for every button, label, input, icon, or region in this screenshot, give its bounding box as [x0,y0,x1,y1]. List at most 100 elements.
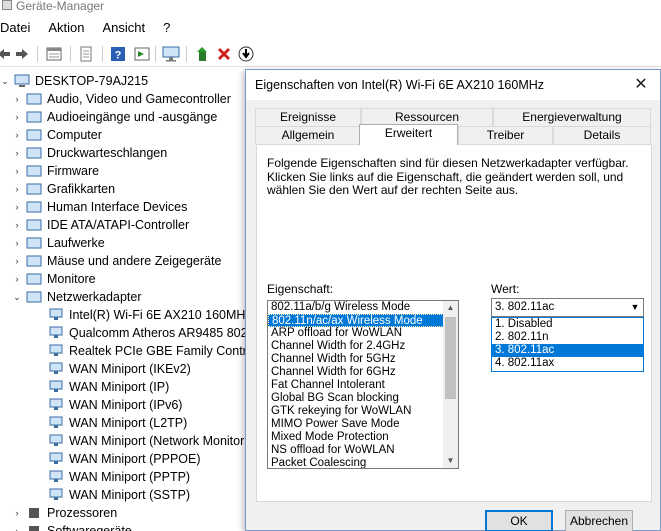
tab-erweitert[interactable]: Erweitert [359,124,458,145]
property-list-item[interactable]: Channel Width for 5GHz [268,353,458,366]
disable-icon[interactable] [236,44,256,64]
forward-arrow-icon[interactable] [12,44,32,64]
chevron-right-icon[interactable]: › [12,274,22,284]
tree-category[interactable]: › Human Interface Devices [12,198,188,216]
scrollbar-thumb[interactable] [445,317,456,399]
property-list-item[interactable]: Fat Channel Intolerant [268,379,458,392]
property-list-item[interactable]: Mixed Mode Protection [268,431,458,444]
chevron-right-icon[interactable]: › [12,526,22,531]
value-option[interactable]: 1. Disabled [492,318,643,331]
chevron-right-icon[interactable]: › [12,148,22,158]
dialog-title: Eigenschaften von Intel(R) Wi-Fi 6E AX21… [255,78,545,92]
tree-device-item[interactable]: WAN Miniport (SSTP) [48,486,190,504]
tree-device-item[interactable]: WAN Miniport (Network Monitor [48,432,244,450]
tree-category[interactable]: › Prozessoren [12,504,118,522]
close-icon[interactable]: ✕ [630,74,652,96]
chevron-down-icon[interactable]: ▼ [627,299,643,316]
tree-category[interactable]: › Audio, Video und Gamecontroller [12,90,231,108]
chevron-right-icon[interactable]: › [12,202,22,212]
property-label: Eigenschaft: [267,282,334,296]
cancel-button[interactable]: Abbrechen [565,510,633,531]
property-list-item[interactable]: 802.11n/ac/ax Wireless Mode [268,314,458,327]
menu-ansicht[interactable]: Ansicht [94,17,155,39]
menu-aktion[interactable]: Aktion [39,17,93,39]
property-list-item[interactable]: Packet Coalescing [268,457,458,468]
tree-category[interactable]: › Druckwarteschlangen [12,144,168,162]
property-list-item[interactable]: NS offload for WoWLAN [268,444,458,457]
tree-category[interactable]: ⌄ Netzwerkadapter [12,288,142,306]
tree-category[interactable]: › Firmware [12,162,100,180]
property-listbox[interactable]: 802.11a/b/g Wireless Mode 802.11n/ac/ax W… [267,300,459,469]
property-list-item[interactable]: Channel Width for 6GHz [268,366,458,379]
tree-category-label: Druckwarteschlangen [47,146,168,160]
scroll-up-icon[interactable]: ▲ [443,301,458,315]
property-list-item[interactable]: Global BG Scan blocking [268,392,458,405]
chevron-right-icon[interactable]: › [12,166,22,176]
property-list-item[interactable]: GTK rekeying for WoWLAN [268,405,458,418]
ide-controller-icon [26,218,42,232]
scan-hardware-icon[interactable] [161,44,181,64]
tab-treiber[interactable]: Treiber [458,126,553,144]
chevron-down-icon[interactable]: ⌄ [0,76,10,87]
menu-help[interactable]: ? [154,17,179,39]
tree-category[interactable]: › Audioeingänge und -ausgänge [12,108,218,126]
properties-icon[interactable] [44,44,64,64]
value-option[interactable]: 2. 802.11n [492,331,643,344]
tab-energieverwaltung[interactable]: Energieverwaltung [493,108,651,126]
menu-datei[interactable]: Datei [0,17,39,39]
value-dropdown-list[interactable]: 1. Disabled 2. 802.11n 3. 802.11ac 4. 802.1… [491,317,644,372]
tree-device-item[interactable]: WAN Miniport (IPv6) [48,396,182,414]
tree-device-item[interactable]: Qualcomm Atheros AR9485 802.11 [48,324,264,342]
properties-dialog: Eigenschaften von Intel(R) Wi-Fi 6E AX21… [245,69,661,531]
ok-button[interactable]: OK [485,510,553,531]
chevron-right-icon[interactable]: › [12,256,22,266]
tree-category[interactable]: › Softwaregeräte [12,522,132,531]
tree-device-item[interactable]: WAN Miniport (L2TP) [48,414,187,432]
update-driver-icon[interactable] [192,44,212,64]
chevron-down-icon[interactable]: ⌄ [12,292,22,303]
uninstall-icon[interactable] [214,44,234,64]
tree-category[interactable]: › IDE ATA/ATAPI-Controller [12,216,190,234]
tree-device-item[interactable]: Realtek PCIe GBE Family Controlle [48,342,266,360]
tree-category[interactable]: › Computer [12,126,102,144]
tree-category[interactable]: › Monitore [12,270,96,288]
chevron-right-icon[interactable]: › [12,184,22,194]
chevron-right-icon[interactable]: › [12,238,22,248]
tree-device-item[interactable]: Intel(R) Wi-Fi 6E AX210 160MHz [48,306,252,324]
tree-device-item[interactable]: WAN Miniport (PPPOE) [48,450,201,468]
tree-root-label: DESKTOP-79AJ215 [35,74,149,88]
property-scrollbar[interactable]: ▲ ▼ [443,301,458,468]
value-option[interactable]: 3. 802.11ac [492,344,643,357]
property-list-item[interactable]: Channel Width for 2.4GHz [268,340,458,353]
chevron-right-icon[interactable]: › [12,94,22,104]
value-option[interactable]: 4. 802.11ax [492,357,643,370]
chevron-right-icon[interactable]: › [12,220,22,230]
property-list-item[interactable]: 802.11a/b/g Wireless Mode [268,301,458,314]
tree-category-label: Netzwerkadapter [47,290,142,304]
tree-root[interactable]: ⌄ DESKTOP-79AJ215 [0,72,148,90]
tab-allgemein[interactable]: Allgemein [255,126,361,144]
value-combobox[interactable]: 3. 802.11ac ▼ [491,298,644,317]
tree-device-item[interactable]: WAN Miniport (PPTP) [48,468,190,486]
print-icon[interactable] [76,44,96,64]
property-list-item[interactable]: MIMO Power Save Mode [268,418,458,431]
monitor-icon [26,272,42,286]
tree-category[interactable]: › Grafikkarten [12,180,116,198]
help-icon[interactable]: ? [108,44,128,64]
toolbar: ? [0,41,661,67]
tree-category[interactable]: › Mäuse und andere Zeigegeräte [12,252,222,270]
tree-device-item[interactable]: WAN Miniport (IP) [48,378,169,396]
tree-device-label: WAN Miniport (PPPOE) [69,452,201,466]
property-list-item[interactable]: ARP offload for WoWLAN [268,327,458,340]
scroll-down-icon[interactable]: ▼ [443,454,458,468]
network-adapter-icon [48,326,64,340]
tab-details[interactable]: Details [553,126,651,144]
chevron-right-icon[interactable]: › [12,112,22,122]
tree-device-item[interactable]: WAN Miniport (IKEv2) [48,360,191,378]
tree-category[interactable]: › Laufwerke [12,234,105,252]
mouse-icon [26,254,42,268]
chevron-right-icon[interactable]: › [12,130,22,140]
chevron-right-icon[interactable]: › [12,508,22,518]
details-icon[interactable] [132,44,152,64]
tab-ereignisse[interactable]: Ereignisse [255,108,361,126]
